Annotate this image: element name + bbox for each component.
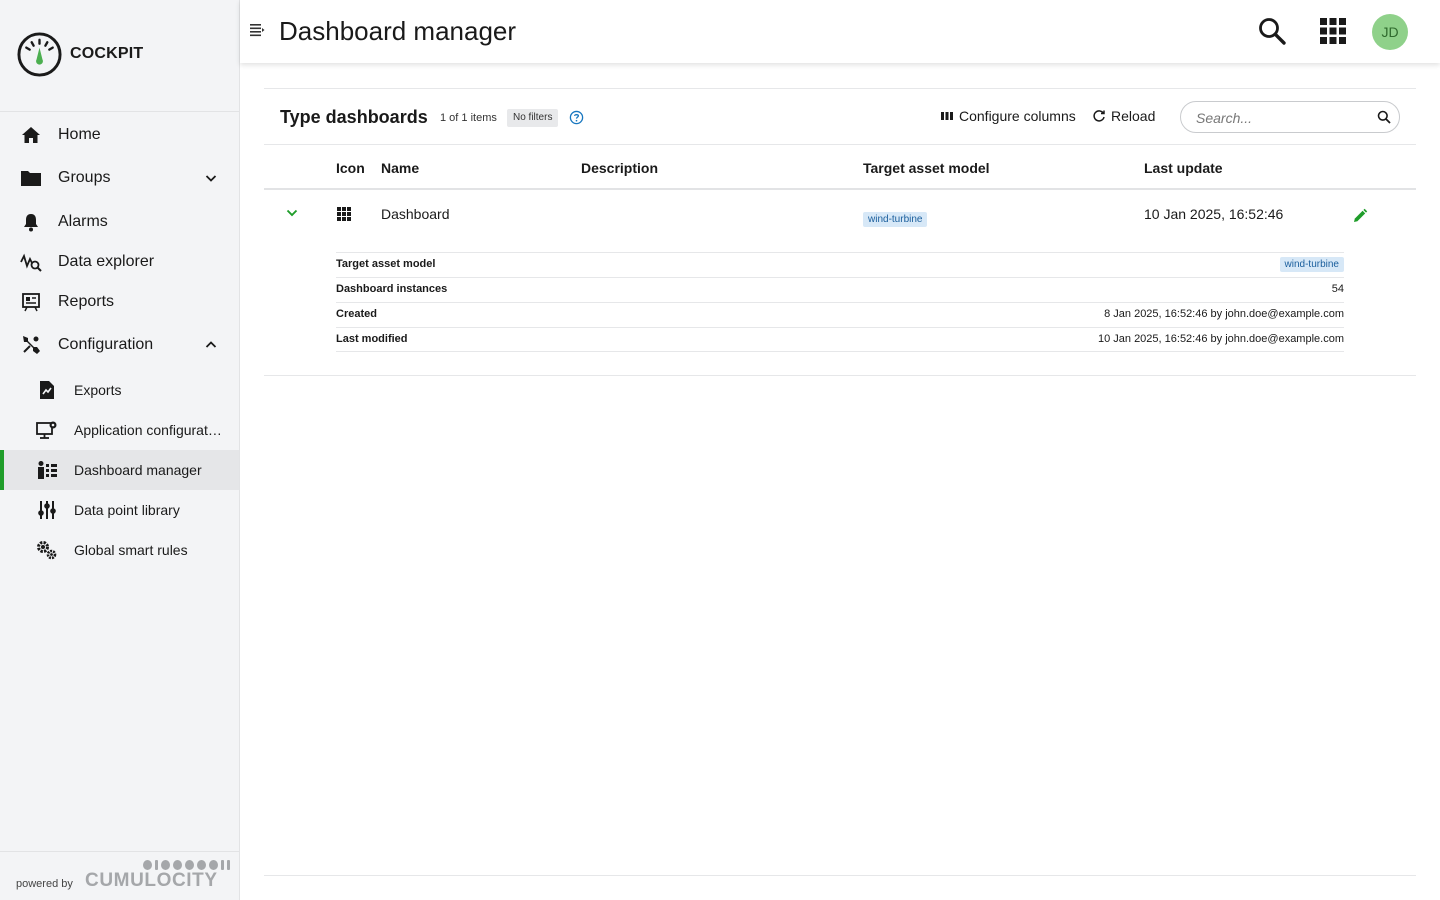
card-title: Type dashboards — [280, 107, 428, 127]
dashboard-manager-icon — [36, 459, 58, 481]
dashboard-grid-icon — [337, 207, 351, 221]
search-icon[interactable] — [1257, 16, 1287, 46]
gears-icon — [36, 539, 58, 561]
sidebar-item-global-smart-rules[interactable]: Global smart rules — [0, 530, 239, 570]
bell-icon — [20, 211, 42, 233]
sidebar-item-label: Global smart rules — [74, 542, 188, 558]
sidebar-item-label: Data point library — [74, 502, 180, 518]
vendor-logo-dots-icon — [143, 860, 230, 870]
sidebar-item-data-point-library[interactable]: Data point library — [0, 490, 239, 530]
wrench-icon — [20, 334, 42, 356]
column-header-target-asset-model[interactable]: Target asset model — [863, 160, 990, 176]
row-name: Dashboard — [381, 206, 450, 222]
search-icon[interactable] — [1377, 110, 1391, 124]
detail-row-dashboard-instances: Dashboard instances 54 — [336, 277, 1344, 302]
monitor-settings-icon — [36, 419, 58, 441]
detail-row-target-asset-model: Target asset model wind-turbine — [336, 252, 1344, 277]
column-header-description[interactable]: Description — [581, 160, 658, 176]
chevron-down-icon — [205, 175, 217, 182]
table-row[interactable]: Dashboard wind-turbine 10 Jan 2025, 16:5… — [264, 192, 1416, 236]
sidebar-item-label: Data explorer — [58, 253, 155, 270]
row-last-update: 10 Jan 2025, 16:52:46 — [1144, 206, 1284, 222]
collapse-row-chevron-icon[interactable] — [285, 206, 299, 220]
detail-label: Dashboard instances — [336, 283, 448, 295]
home-icon — [20, 124, 42, 146]
sidebar-item-label: Groups — [58, 169, 111, 186]
sidebar-footer: powered by CUMULOCITY — [0, 851, 239, 900]
sidebar-item-alarms[interactable]: Alarms — [0, 211, 239, 233]
reload-button[interactable]: Reload — [1092, 108, 1155, 124]
sidebar-item-label: Reports — [58, 293, 115, 310]
sliders-icon — [36, 499, 58, 521]
sidebar-item-label: Application configuration — [74, 422, 224, 438]
powered-by-text: powered by — [16, 878, 73, 890]
brand-name: COCKPIT — [70, 45, 144, 62]
sidebar-item-home[interactable]: Home — [0, 124, 239, 146]
detail-label: Created — [336, 308, 377, 320]
sidebar-item-dashboard-manager[interactable]: Dashboard manager — [0, 450, 239, 490]
row-details: Target asset model wind-turbine Dashboar… — [336, 252, 1344, 352]
brand[interactable]: COCKPIT — [16, 30, 143, 78]
reload-label: Reload — [1111, 108, 1156, 124]
sidebar-item-application-configuration[interactable]: Application configuration — [0, 410, 239, 450]
sidebar-divider — [0, 111, 239, 112]
sidebar-item-configuration[interactable]: Configuration — [0, 334, 239, 356]
table-search-input[interactable] — [1196, 108, 1366, 128]
report-icon — [20, 291, 42, 313]
target-model-tag: wind-turbine — [863, 212, 928, 227]
data-explorer-icon — [20, 251, 42, 273]
sidebar-item-data-explorer[interactable]: Data explorer — [0, 251, 239, 273]
export-file-icon — [36, 379, 58, 401]
detail-row-created: Created 8 Jan 2025, 16:52:46 by john.doe… — [336, 302, 1344, 327]
columns-icon — [941, 112, 953, 120]
sidebar-item-exports[interactable]: Exports — [0, 370, 239, 410]
reload-icon — [1093, 110, 1105, 122]
help-icon[interactable] — [569, 110, 584, 125]
column-header-icon: Icon — [336, 160, 365, 176]
detail-row-last-modified: Last modified 10 Jan 2025, 16:52:46 by j… — [336, 327, 1344, 352]
column-header-last-update[interactable]: Last update — [1144, 160, 1223, 176]
detail-label: Last modified — [336, 333, 408, 345]
sidebar-item-groups[interactable]: Groups — [0, 167, 239, 189]
card-header: Type dashboards 1 of 1 items No filters … — [264, 89, 1416, 145]
app-switcher-icon[interactable] — [1319, 17, 1347, 45]
user-avatar[interactable]: JD — [1372, 14, 1408, 50]
target-model-tag: wind-turbine — [1279, 257, 1344, 272]
sidebar-item-reports[interactable]: Reports — [0, 291, 239, 313]
configure-columns-button[interactable]: Configure columns — [941, 108, 1076, 124]
cockpit-logo-icon — [17, 31, 62, 77]
configure-columns-label: Configure columns — [959, 108, 1076, 124]
detail-value: 10 Jan 2025, 16:52:46 by john.doe@exampl… — [1097, 333, 1344, 345]
vendor-logo: CUMULOCITY — [85, 870, 218, 891]
row-separator — [264, 375, 1416, 376]
sidebar-item-label: Alarms — [58, 213, 108, 230]
detail-value: 8 Jan 2025, 16:52:46 by john.doe@example… — [1104, 308, 1344, 320]
sidebar: COCKPIT Home Groups Alarms Data explorer… — [0, 0, 240, 900]
table-header: Icon Name Description Target asset model… — [264, 146, 1416, 190]
table-search — [1180, 101, 1400, 133]
filter-badge: No filters — [507, 109, 559, 127]
folder-icon — [20, 167, 42, 189]
chevron-up-icon — [205, 341, 217, 348]
detail-label: Target asset model — [336, 258, 436, 270]
items-count: 1 of 1 items — [440, 112, 497, 124]
row-target-asset-model: wind-turbine — [863, 209, 928, 227]
edit-pencil-icon[interactable] — [1352, 208, 1368, 224]
top-header: Dashboard manager JD — [240, 0, 1440, 63]
sidebar-item-label: Dashboard manager — [74, 462, 202, 478]
sidebar-item-label: Exports — [74, 382, 122, 398]
type-dashboards-card: Type dashboards 1 of 1 items No filters … — [264, 88, 1416, 876]
detail-value: wind-turbine — [1279, 257, 1344, 272]
sidebar-item-label: Home — [58, 126, 101, 143]
column-header-name[interactable]: Name — [381, 160, 419, 176]
toggle-sidebar-icon[interactable] — [249, 22, 265, 38]
page-title: Dashboard manager — [279, 16, 517, 46]
detail-value: 54 — [1331, 283, 1344, 295]
sidebar-item-label: Configuration — [58, 336, 154, 353]
